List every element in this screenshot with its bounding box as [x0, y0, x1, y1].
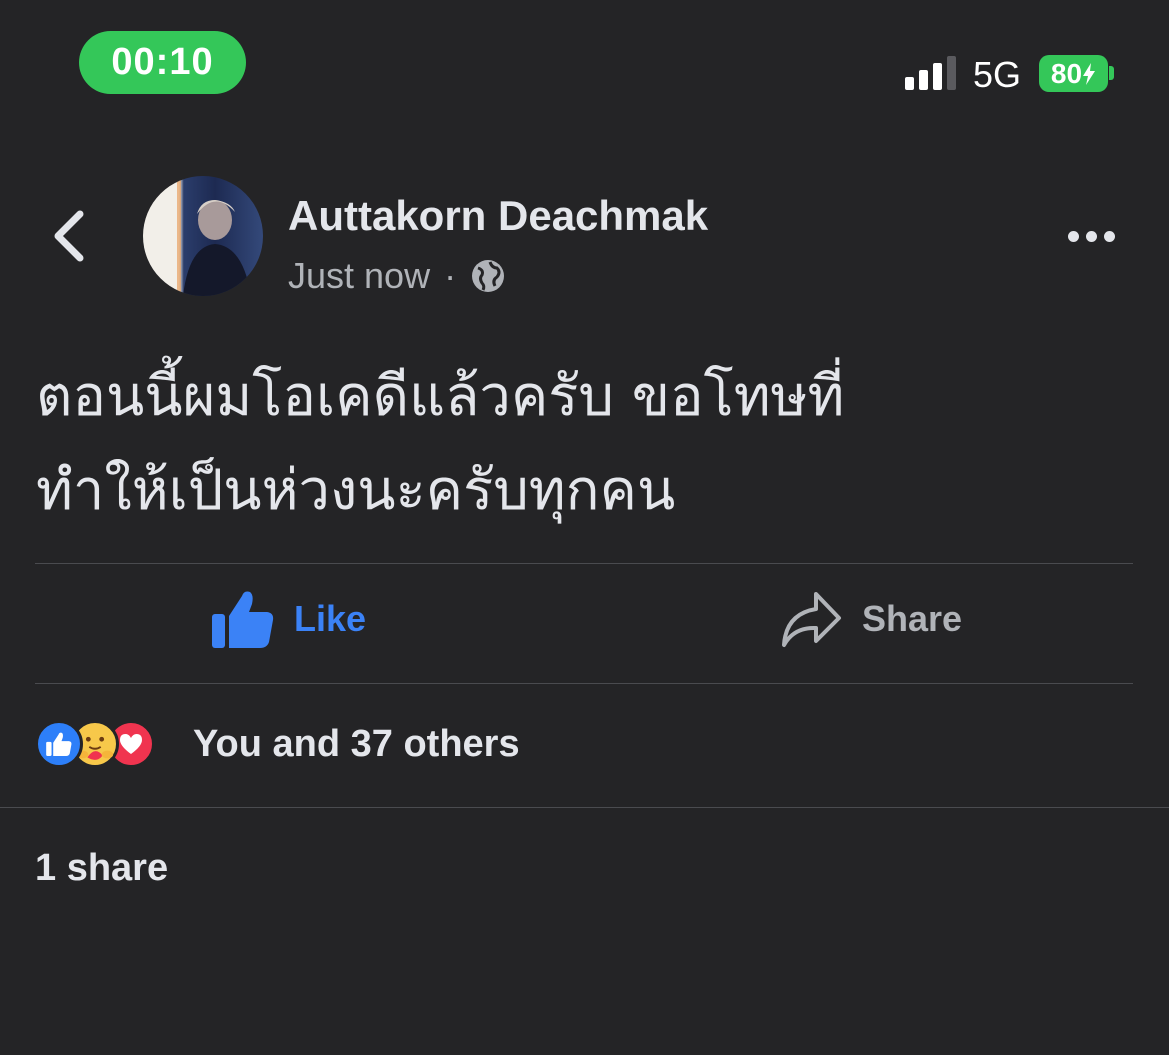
cellular-signal-icon — [905, 56, 957, 90]
post-body: ตอนนี้ผมโอเคดีแล้วครับ ขอโทษที่ ทำให้เป็… — [36, 350, 1136, 538]
post-timestamp[interactable]: Just now — [288, 255, 430, 297]
divider — [35, 683, 1133, 684]
more-options-icon[interactable] — [1068, 222, 1128, 250]
back-chevron-icon[interactable] — [50, 208, 90, 264]
reactions-summary[interactable]: You and 37 others — [193, 723, 520, 766]
like-reaction-icon — [35, 720, 83, 768]
divider — [0, 807, 1169, 808]
divider — [35, 563, 1133, 564]
battery-nub — [1109, 66, 1114, 80]
post-text-line: ตอนนี้ผมโอเคดีแล้วครับ ขอโทษที่ — [36, 364, 845, 429]
post-meta: Just now · — [288, 255, 506, 297]
battery-indicator: 80 — [1039, 55, 1108, 92]
charging-bolt-icon — [1083, 62, 1096, 85]
share-label: Share — [862, 598, 963, 639]
network-type: 5G — [973, 54, 1022, 95]
globe-icon — [472, 260, 505, 292]
author-avatar[interactable] — [143, 176, 263, 296]
avatar-portrait — [177, 176, 251, 296]
thumbs-up-icon — [212, 591, 274, 648]
status-time[interactable]: 00:10 — [79, 31, 246, 94]
share-button[interactable]: Share — [780, 590, 962, 648]
author-name[interactable]: Auttakorn Deachmak — [288, 192, 708, 240]
post-text-line: ทำให้เป็นห่วงนะครับทุกคน — [36, 458, 676, 523]
share-arrow-icon — [782, 592, 841, 647]
battery-level: 80 — [1050, 57, 1083, 89]
share-count[interactable]: 1 share — [35, 847, 168, 890]
reaction-icons[interactable] — [35, 720, 155, 768]
like-label: Like — [294, 598, 367, 639]
like-button[interactable]: Like — [212, 590, 366, 648]
post-screen: 00:10 5G 80 Auttakorn Deachmak Just now … — [0, 0, 1169, 1055]
meta-separator: · — [444, 255, 457, 296]
